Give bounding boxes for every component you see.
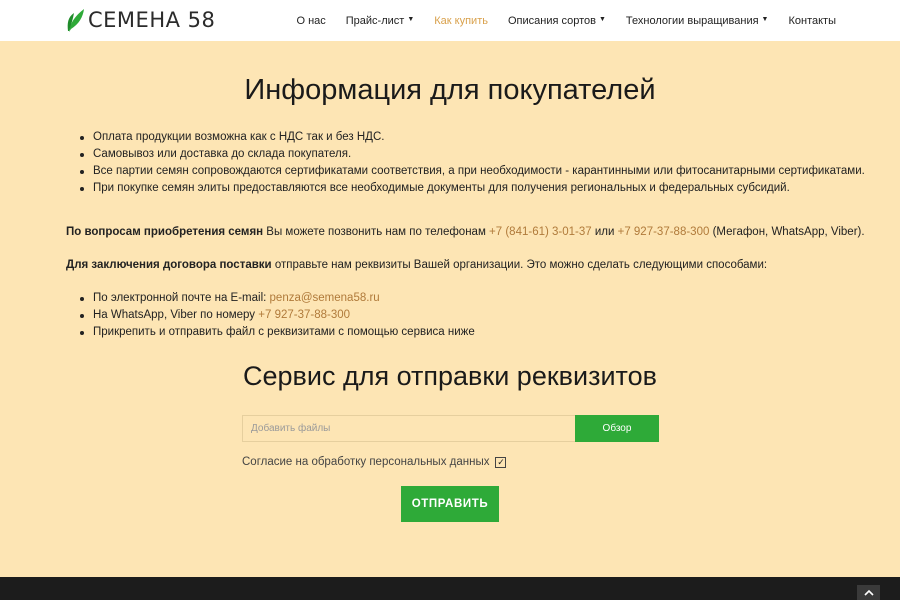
site-logo[interactable]: СЕМЕНА 58 — [66, 6, 215, 34]
purchase-bold: По вопросам приобретения семян — [66, 226, 264, 238]
contract-text: отправьте нам реквизиты Вашей организаци… — [271, 259, 768, 271]
file-input[interactable] — [242, 415, 575, 442]
consent-label[interactable]: Согласие на обработку персональных данны… — [242, 456, 507, 468]
purchase-paragraph: По вопросам приобретения семян Вы можете… — [66, 226, 865, 238]
chevron-down-icon: ▼ — [598, 16, 606, 23]
purchase-text: или — [591, 226, 618, 238]
info-list: Оплата продукции возможна как с НДС так … — [80, 129, 865, 197]
list-item: На WhatsApp, Viber по номеру +7 927-37-8… — [80, 307, 475, 324]
leaf-icon — [67, 9, 84, 32]
nav-item-how-to-buy[interactable]: Как купить — [434, 15, 488, 27]
nav-item-growing-tech[interactable]: Технологии выращивания ▼ — [626, 15, 769, 27]
list-item: Оплата продукции возможна как с НДС так … — [80, 129, 865, 146]
browse-button[interactable]: Обзор — [575, 415, 659, 442]
chevron-up-icon — [863, 589, 874, 596]
main-nav: О нас Прайс-лист ▼ Как купить Описания со… — [296, 0, 836, 41]
nav-item-price-list[interactable]: Прайс-лист ▼ — [346, 15, 415, 27]
phone-link-1[interactable]: +7 (841-61) 3-01-37 — [489, 226, 592, 238]
purchase-text: Вы можете позвонить нам по телефонам — [263, 226, 490, 238]
consent-checkbox[interactable]: ✓ — [495, 456, 507, 468]
nav-item-label: О нас — [296, 14, 326, 27]
nav-item-label: Описания сортов — [507, 14, 596, 27]
chevron-down-icon: ▼ — [407, 16, 415, 23]
chevron-down-icon: ▼ — [761, 16, 769, 23]
contract-bold: Для заключения договора поставки — [66, 259, 272, 271]
page-title: Информация для покупателей — [244, 74, 656, 106]
nav-item-label: Технологии выращивания — [625, 14, 759, 27]
check-icon: ✓ — [497, 456, 505, 467]
list-item: При покупке семян элиты предоставляются … — [80, 180, 865, 197]
nav-item-label: Прайс-лист — [345, 14, 405, 27]
nav-item-variety-descriptions[interactable]: Описания сортов ▼ — [508, 15, 606, 27]
logo-text: СЕМЕНА 58 — [88, 8, 216, 32]
site-footer — [0, 577, 900, 600]
nav-item-label: Контакты — [788, 14, 836, 27]
list-item: Все партии семян сопровождаются сертифик… — [80, 163, 865, 180]
file-upload-row: Обзор — [242, 415, 659, 442]
list-item: Прикрепить и отправить файл с реквизитам… — [80, 324, 475, 341]
list-item: По электронной почте на E-mail: penza@se… — [80, 290, 475, 307]
email-label: По электронной почте на E-mail: — [93, 292, 270, 304]
service-title: Сервис для отправки реквизитов — [243, 361, 657, 391]
site-header: СЕМЕНА 58 О нас Прайс-лист ▼ Как купить О… — [0, 0, 900, 41]
whatsapp-label: На WhatsApp, Viber по номеру — [93, 309, 259, 321]
purchase-text: (Мегафон, WhatsApp, Viber). — [709, 226, 865, 238]
submit-button[interactable]: ОТПРАВИТЬ — [401, 486, 499, 522]
nav-item-about[interactable]: О нас — [296, 15, 325, 27]
list-item: Самовывоз или доставка до склада покупат… — [80, 146, 865, 163]
contract-paragraph: Для заключения договора поставки отправь… — [66, 259, 767, 271]
nav-item-contacts[interactable]: Контакты — [788, 15, 836, 27]
whatsapp-phone-link[interactable]: +7 927-37-88-300 — [258, 309, 350, 321]
scroll-top-button[interactable] — [857, 585, 880, 600]
phone-link-2[interactable]: +7 927-37-88-300 — [618, 226, 710, 238]
consent-text: Согласие на обработку персональных данны… — [242, 456, 490, 468]
nav-item-label: Как купить — [434, 14, 488, 27]
ways-list: По электронной почте на E-mail: penza@se… — [80, 290, 475, 341]
email-link[interactable]: penza@semena58.ru — [270, 292, 380, 304]
